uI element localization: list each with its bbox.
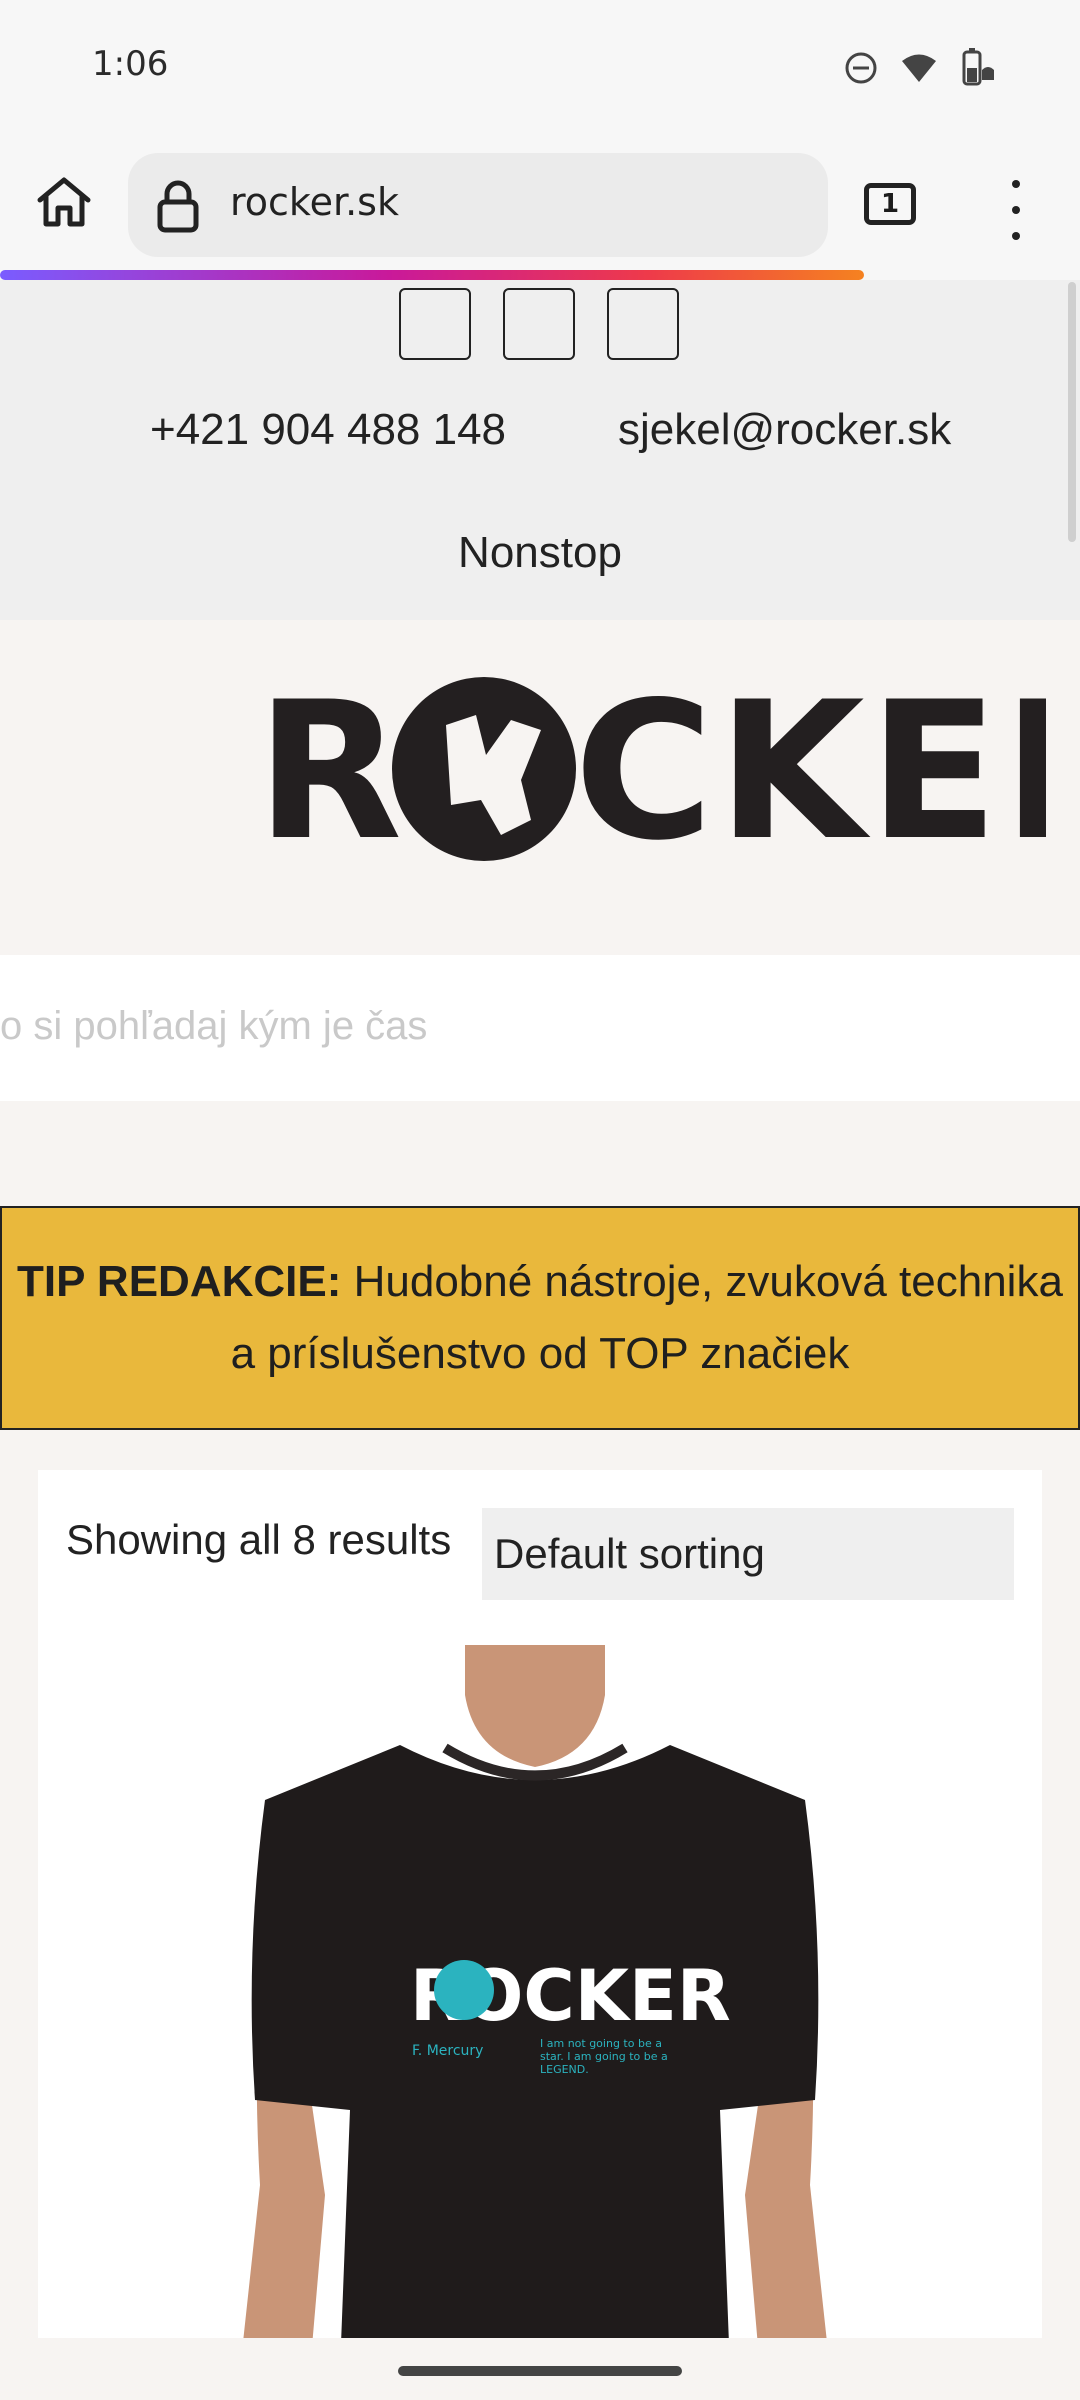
wifi-icon bbox=[902, 54, 936, 82]
menu-dot bbox=[1012, 206, 1020, 214]
scrollbar[interactable] bbox=[1068, 282, 1076, 542]
shirt-quote-line-2: star. I am going to be a bbox=[540, 2050, 668, 2063]
tip-text: Hudobné nástroje, zvuková technika a prí… bbox=[230, 1257, 1063, 1378]
svg-text:CKER: CKER bbox=[574, 665, 1046, 875]
sort-select[interactable]: Default sorting bbox=[482, 1508, 1014, 1600]
email-link[interactable]: sjekel@rocker.sk bbox=[618, 405, 951, 455]
status-bar: 1:06 bbox=[0, 0, 1080, 140]
tab-switcher-button[interactable]: 1 bbox=[864, 183, 916, 225]
results-count: Showing all 8 results bbox=[66, 1516, 452, 1563]
phone-link[interactable]: +421 904 488 148 bbox=[150, 405, 506, 455]
status-icons bbox=[844, 48, 996, 88]
social-icon-3[interactable] bbox=[607, 288, 679, 360]
browser-menu-button[interactable] bbox=[1002, 180, 1030, 240]
home-gesture-handle[interactable] bbox=[398, 2366, 682, 2376]
do-not-disturb-icon bbox=[845, 52, 877, 84]
shirt-quote-line-1: I am not going to be a bbox=[540, 2037, 662, 2050]
battery-icon bbox=[962, 48, 994, 86]
search-input[interactable]: o si pohľadaj kým je čas bbox=[0, 1004, 427, 1049]
menu-dot bbox=[1012, 180, 1020, 188]
menu-dot bbox=[1012, 232, 1020, 240]
svg-text:R: R bbox=[256, 665, 406, 875]
opening-hours: Nonstop bbox=[458, 528, 622, 577]
lock-icon bbox=[157, 180, 199, 233]
shirt-quote-line-3: LEGEND. bbox=[540, 2063, 589, 2076]
rocker-logo[interactable]: R CKER bbox=[256, 665, 1046, 875]
url-text[interactable]: rocker.sk bbox=[230, 180, 399, 224]
social-icon-2[interactable] bbox=[503, 288, 575, 360]
product-image[interactable]: ROCKER F. Mercury I am not going to be a… bbox=[240, 1645, 830, 2370]
tip-label: TIP REDAKCIE: bbox=[17, 1257, 342, 1306]
page-load-progress bbox=[0, 270, 864, 280]
tab-count: 1 bbox=[880, 189, 900, 219]
editor-tip-banner[interactable]: TIP REDAKCIE: Hudobné nástroje, zvuková … bbox=[0, 1206, 1080, 1430]
status-time: 1:06 bbox=[92, 44, 169, 84]
sort-selected: Default sorting bbox=[494, 1530, 765, 1577]
home-icon[interactable] bbox=[34, 172, 94, 232]
social-icon-1[interactable] bbox=[399, 288, 471, 360]
shirt-name-text: F. Mercury bbox=[412, 2043, 483, 2059]
